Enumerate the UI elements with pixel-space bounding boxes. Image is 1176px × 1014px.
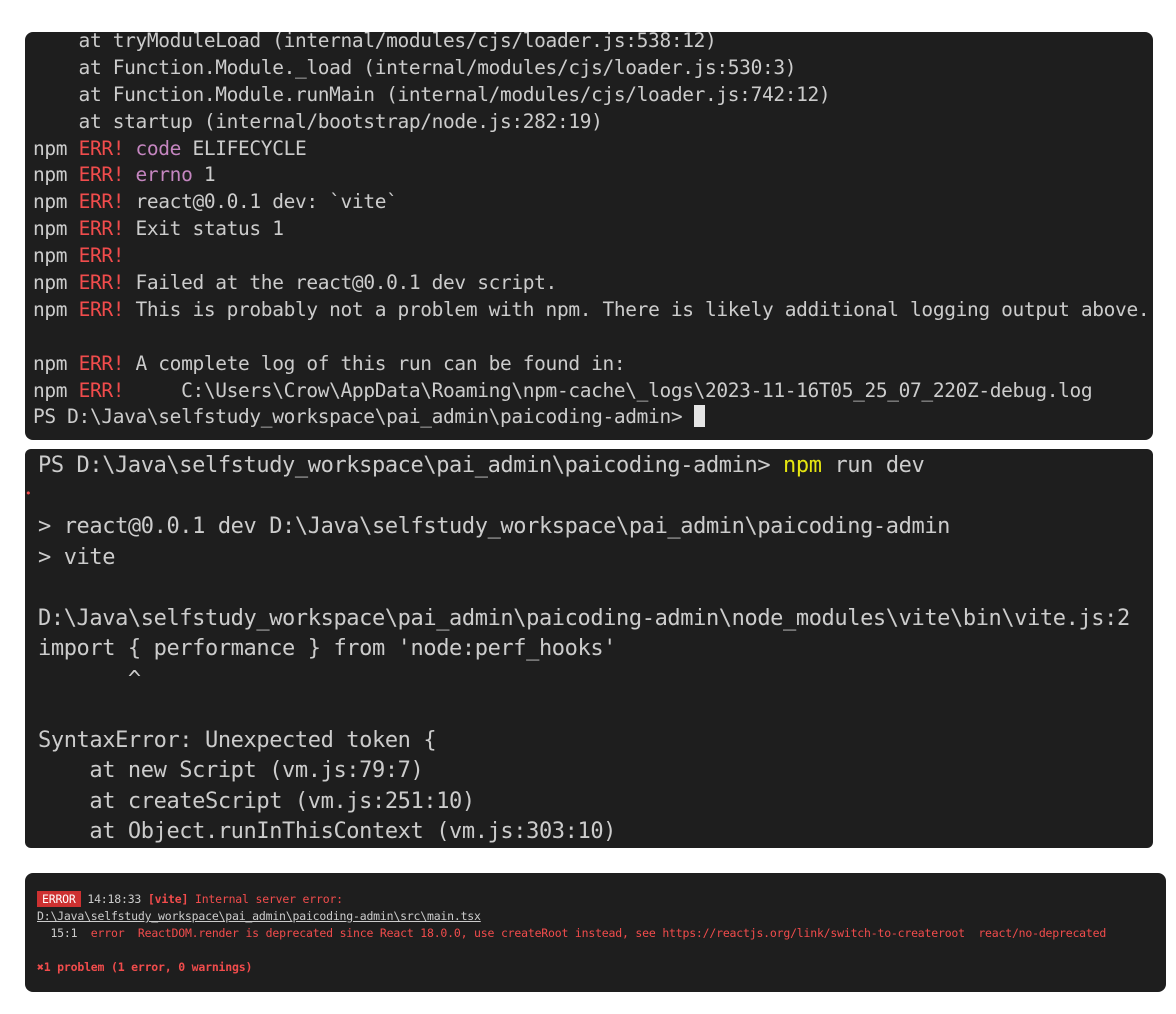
shell-prompt-line[interactable]: PS D:\Java\selfstudy_workspace\pai_admin… <box>33 404 1153 431</box>
npm-script-line: > vite <box>38 544 116 570</box>
stack-trace-line: at Function.Module._load (internal/modul… <box>33 55 797 79</box>
stack-trace-line: at createScript (vm.js:251:10) <box>38 788 475 814</box>
stack-trace-line: at tryModuleLoad (internal/modules/cjs/l… <box>33 32 717 52</box>
npm-script-line: > react@0.0.1 dev D:\Java\selfstudy_work… <box>38 514 951 539</box>
npm-err-line: npm ERR! A complete log of this run can … <box>33 351 626 375</box>
syntax-error-line: SyntaxError: Unexpected token { <box>38 727 437 753</box>
error-source-path: D:\Java\selfstudy_workspace\pai_admin\pa… <box>38 605 1130 631</box>
gutter-error-dot-icon: • <box>25 487 32 500</box>
npm-err-line: npm ERR! This is probably not a problem … <box>33 297 1150 321</box>
vite-tag: [vite] <box>147 892 189 906</box>
npm-err-code-line: npm ERR! code ELIFECYCLE <box>33 136 307 160</box>
timestamp: 14:18:33 <box>87 892 142 906</box>
error-badge: ERROR <box>37 891 81 907</box>
npm-err-line: npm ERR! react@0.0.1 dev: `vite` <box>33 190 398 214</box>
cross-icon: ✖ <box>37 960 44 974</box>
stack-trace-line: at Function.Module.runMain (internal/mod… <box>33 82 831 106</box>
shell-prompt: PS D:\Java\selfstudy_workspace\pai_admin… <box>33 405 683 429</box>
terminal-panel-vite-error[interactable]: ERROR 14:18:33 [vite] Internal server er… <box>25 873 1166 992</box>
shell-prompt: PS D:\Java\selfstudy_workspace\pai_admin… <box>38 453 771 478</box>
command-npm: npm <box>783 453 822 478</box>
error-source-code: import { performance } from 'node:perf_h… <box>38 636 617 661</box>
terminal-panel-npm-error-log[interactable]: at tryModuleLoad (internal/modules/cjs/l… <box>25 32 1153 440</box>
text-cursor <box>693 405 705 428</box>
stack-trace-line: at Object.runInThisContext (vm.js:303:10… <box>38 819 617 844</box>
npm-err-errno-line: npm ERR! errno 1 <box>33 163 216 187</box>
npm-err-line: npm ERR! Exit status 1 <box>33 217 284 241</box>
vite-error-header: ERROR 14:18:33 [vite] Internal server er… <box>37 891 1166 908</box>
shell-command-line: PS D:\Java\selfstudy_workspace\pai_admin… <box>38 453 925 478</box>
stack-trace-line: at new Script (vm.js:79:7) <box>38 758 424 783</box>
terminal-panel-npm-run-dev[interactable]: PS D:\Java\selfstudy_workspace\pai_admin… <box>25 449 1153 848</box>
error-file-path[interactable]: D:\Java\selfstudy_workspace\pai_admin\pa… <box>37 908 1166 925</box>
lint-error-line: 15:1 error ReactDOM.render is deprecated… <box>37 926 1107 940</box>
npm-err-line: npm ERR! <box>33 244 125 268</box>
problem-summary: ✖1 problem (1 error, 0 warnings) <box>37 960 253 974</box>
error-caret: ^ <box>38 666 141 692</box>
stack-trace-line: at startup (internal/bootstrap/node.js:2… <box>33 109 603 133</box>
npm-err-logpath-line: npm ERR! C:\Users\Crow\AppData\Roaming\n… <box>33 378 1093 402</box>
npm-err-line: npm ERR! Failed at the react@0.0.1 dev s… <box>33 271 557 295</box>
